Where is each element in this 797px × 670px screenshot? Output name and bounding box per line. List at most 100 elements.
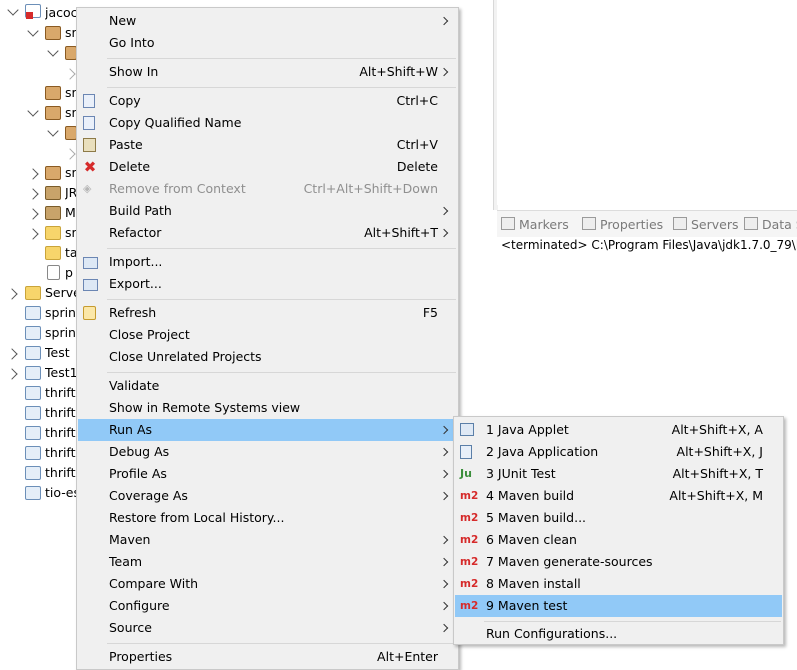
menu-item-profile-as[interactable]: Profile As <box>78 463 457 485</box>
menu-item-maven-install[interactable]: m2 8 Maven install <box>455 573 782 595</box>
menu-item-close-unrelated-projects[interactable]: Close Unrelated Projects <box>78 346 457 368</box>
menu-item-paste[interactable]: Paste Ctrl+V <box>78 134 457 156</box>
menu-item-java-applet[interactable]: 1 Java Applet Alt+Shift+X, A <box>455 419 782 441</box>
menu-item-refresh[interactable]: Refresh F5 <box>78 302 457 324</box>
menu-item-maven-build-dialog[interactable]: m2 5 Maven build... <box>455 507 782 529</box>
expand-chevron-icon[interactable] <box>47 45 59 57</box>
menu-item-properties[interactable]: Properties Alt+Enter <box>78 646 457 668</box>
tree-item-project[interactable]: jacoc <box>45 3 77 23</box>
tree-item-label: jacoc <box>45 5 77 20</box>
tab-servers[interactable]: Servers <box>673 216 739 234</box>
collapse-chevron-icon[interactable] <box>27 228 39 240</box>
project-icon <box>25 406 41 420</box>
tree-item-label: sr <box>65 25 77 40</box>
menu-item-label: Copy Qualified Name <box>109 115 242 130</box>
menu-item-label: 5 Maven build... <box>486 510 587 525</box>
collapse-chevron-icon[interactable] <box>27 208 39 220</box>
collapse-chevron-icon[interactable] <box>6 368 18 380</box>
project-icon <box>25 326 41 340</box>
expand-chevron-icon[interactable] <box>27 25 39 37</box>
folder-icon <box>45 246 61 260</box>
collapse-chevron-icon[interactable] <box>27 188 39 200</box>
menu-item-remove-from-context[interactable]: ◈ Remove from Context Ctrl+Alt+Shift+Dow… <box>78 178 457 200</box>
project-icon <box>25 466 41 480</box>
menu-item-go-into[interactable]: Go Into <box>78 32 457 54</box>
menu-item-team[interactable]: Team <box>78 551 457 573</box>
collapse-chevron-icon[interactable] <box>64 68 76 80</box>
expand-chevron-icon[interactable] <box>7 4 19 16</box>
menu-item-label: Maven <box>109 532 151 547</box>
tree-item-label: thrift <box>45 445 76 460</box>
menu-item-compare-with[interactable]: Compare With <box>78 573 457 595</box>
tree-item[interactable]: thrift <box>45 463 77 483</box>
tree-item[interactable]: tio-es <box>45 483 77 503</box>
menu-item-maven-generate-sources[interactable]: m2 7 Maven generate-sources <box>455 551 782 573</box>
menu-item-source[interactable]: Source <box>78 617 457 639</box>
tree-item-label: sr <box>65 85 77 100</box>
tree-item-label: M <box>65 205 76 220</box>
menu-item-validate[interactable]: Validate <box>78 375 457 397</box>
collapse-chevron-icon[interactable] <box>64 148 76 160</box>
menu-item-new[interactable]: New <box>78 10 457 32</box>
menu-item-label: Validate <box>109 378 160 393</box>
menu-item-coverage-as[interactable]: Coverage As <box>78 485 457 507</box>
menu-item-label: Debug As <box>109 444 170 459</box>
tree-item[interactable]: sprin <box>45 323 77 343</box>
menu-item-export[interactable]: Export... <box>78 273 457 295</box>
tree-item[interactable]: thrift <box>45 443 77 463</box>
tab-markers[interactable]: Markers <box>501 216 569 234</box>
menu-item-build-path[interactable]: Build Path <box>78 200 457 222</box>
tree-item[interactable]: sprin <box>45 303 77 323</box>
menu-item-maven-clean[interactable]: m2 6 Maven clean <box>455 529 782 551</box>
java-application-icon <box>460 445 472 459</box>
menu-item-run-as[interactable]: Run As <box>78 419 457 441</box>
menu-item-delete[interactable]: ✖ Delete Delete <box>78 156 457 178</box>
menu-item-configure[interactable]: Configure <box>78 595 457 617</box>
tree-item[interactable]: Test1 <box>45 363 77 383</box>
tree-item-label: sr <box>65 105 77 120</box>
menu-item-label: Refresh <box>109 305 157 320</box>
menu-item-label: Delete <box>109 159 151 174</box>
menu-item-maven[interactable]: Maven <box>78 529 457 551</box>
menu-item-junit-test[interactable]: Ju 3 JUnit Test Alt+Shift+X, T <box>455 463 782 485</box>
collapse-chevron-icon[interactable] <box>6 348 18 360</box>
expand-chevron-icon[interactable] <box>47 125 59 137</box>
menu-item-java-application[interactable]: 2 Java Application Alt+Shift+X, J <box>455 441 782 463</box>
menu-item-shortcut: Alt+Shift+W <box>359 64 438 79</box>
submenu-arrow-icon <box>439 557 449 567</box>
source-folder-icon <box>45 166 61 180</box>
menu-item-maven-build[interactable]: m2 4 Maven build Alt+Shift+X, M <box>455 485 782 507</box>
collapse-chevron-icon[interactable] <box>27 168 39 180</box>
tree-item[interactable]: Serve <box>45 283 77 303</box>
tab-data-source[interactable]: Data S <box>744 216 797 234</box>
context-menu: New Go Into Show In Alt+Shift+W Copy Ctr… <box>76 7 459 670</box>
tree-item[interactable]: thrift <box>45 423 77 443</box>
maven-icon: m2 <box>460 578 479 590</box>
menu-item-copy[interactable]: Copy Ctrl+C <box>78 90 457 112</box>
menu-item-debug-as[interactable]: Debug As <box>78 441 457 463</box>
menu-item-show-in-remote-systems[interactable]: Show in Remote Systems view <box>78 397 457 419</box>
menu-item-import[interactable]: Import... <box>78 251 457 273</box>
tree-item[interactable]: thrift <box>45 383 77 403</box>
menu-item-label: 6 Maven clean <box>486 532 577 547</box>
menu-item-run-configurations[interactable]: Run Configurations... <box>455 623 782 645</box>
tree-item-label: Test1 <box>45 365 77 380</box>
menu-item-restore-local-history[interactable]: Restore from Local History... <box>78 507 457 529</box>
tab-properties[interactable]: Properties <box>582 216 663 234</box>
view-tab-bar: Markers Properties Servers Data S <box>497 210 797 237</box>
menu-item-close-project[interactable]: Close Project <box>78 324 457 346</box>
menu-item-refactor[interactable]: Refactor Alt+Shift+T <box>78 222 457 244</box>
menu-item-maven-test[interactable]: m2 9 Maven test <box>455 595 782 617</box>
tab-label: Markers <box>519 217 569 232</box>
source-folder-icon <box>45 86 61 100</box>
menu-item-label: 7 Maven generate-sources <box>486 554 653 569</box>
menu-item-copy-qualified-name[interactable]: Copy Qualified Name <box>78 112 457 134</box>
maven-icon: m2 <box>460 490 479 502</box>
tree-item[interactable]: thrift <box>45 403 77 423</box>
tree-item[interactable]: Test <box>45 343 77 363</box>
collapse-chevron-icon[interactable] <box>6 288 18 300</box>
expand-chevron-icon[interactable] <box>27 105 39 117</box>
submenu-arrow-icon <box>439 16 449 26</box>
menu-item-show-in[interactable]: Show In Alt+Shift+W <box>78 61 457 83</box>
project-icon <box>25 386 41 400</box>
